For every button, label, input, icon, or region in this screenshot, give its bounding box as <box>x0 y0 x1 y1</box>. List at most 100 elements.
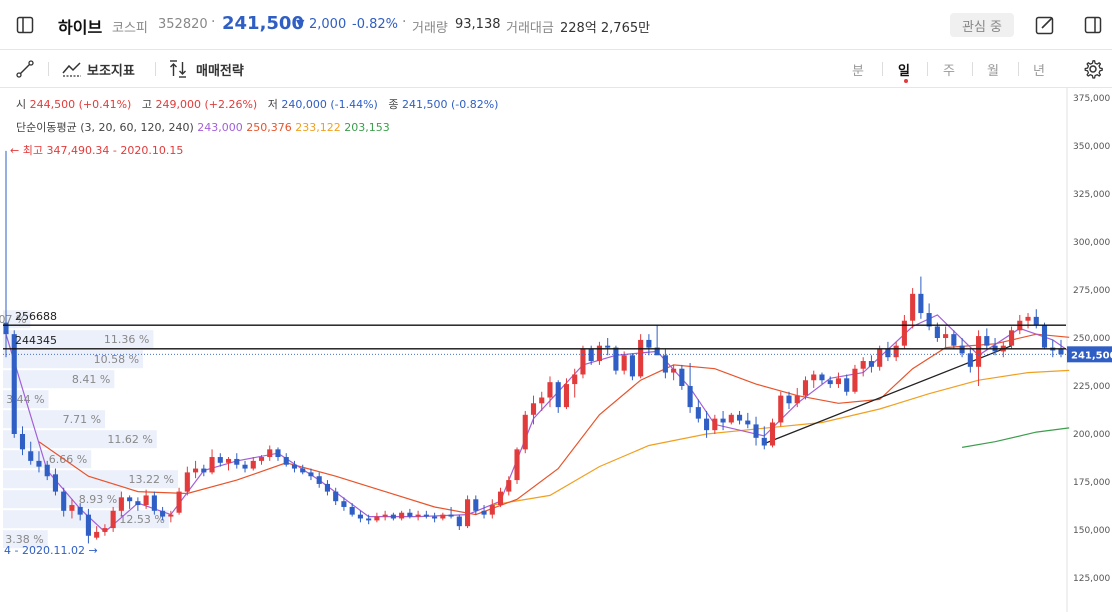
strategy-button[interactable]: 매매전략 <box>196 60 244 79</box>
price-tick-label: 225,000 <box>1073 382 1110 392</box>
period-low-note: 4 - 2020.11.02 → <box>4 544 98 557</box>
candle <box>596 341 602 365</box>
watchlist-button[interactable]: 관심 중 <box>950 13 1014 37</box>
candle-body <box>596 345 602 362</box>
candle-body <box>448 514 454 517</box>
price-tick-label: 375,000 <box>1073 94 1110 104</box>
period-tab-day[interactable]: 일 <box>898 60 910 79</box>
period-tab-year[interactable]: 년 <box>1033 60 1045 79</box>
candle <box>1041 322 1048 350</box>
price-tick-label: 250,000 <box>1073 334 1110 344</box>
candle <box>844 374 850 396</box>
candle <box>234 453 240 469</box>
separator-dot: · <box>211 14 216 30</box>
close-value: 241,500 (-0.82%) <box>401 98 499 111</box>
low-value: 240,000 (-1.44%) <box>281 98 378 111</box>
volume-profile-label: 8.93 % <box>79 493 117 506</box>
candle <box>300 464 306 475</box>
candle-body <box>555 382 561 408</box>
candle <box>868 355 874 373</box>
candle <box>530 395 537 425</box>
candle-body <box>497 491 504 506</box>
toolbar-divider <box>1018 62 1019 76</box>
ma120-line <box>961 427 1070 448</box>
price-axis: 375,000 350,000 325,000 300,000 275,000 250,0… <box>1067 94 1112 584</box>
candle-body <box>242 464 248 469</box>
edit-icon[interactable] <box>1033 13 1057 37</box>
candle-body <box>440 514 446 519</box>
candle-body <box>176 491 182 513</box>
candle-body <box>61 491 67 511</box>
candle-body <box>193 468 199 473</box>
candle-body <box>1041 324 1048 348</box>
candle-body <box>539 397 545 404</box>
ma3-value: 243,000 <box>197 121 243 134</box>
market-label: 코스피 <box>112 21 148 36</box>
period-tab-month[interactable]: 월 <box>987 60 999 79</box>
candle-body <box>201 468 207 473</box>
price-tick-label: 150,000 <box>1073 526 1110 536</box>
candle <box>613 345 619 375</box>
candle <box>605 338 611 356</box>
moving-average-info[interactable]: 단순이동평균 (3, 20, 60, 120, 240) 243,000 250… <box>16 119 390 135</box>
candle-body <box>580 349 586 375</box>
candle-body <box>382 514 388 517</box>
candle <box>901 314 907 350</box>
candle-body <box>563 384 570 408</box>
candle-body <box>588 349 594 362</box>
candle <box>506 476 512 496</box>
candle-body <box>819 374 825 381</box>
candle-body <box>720 418 726 423</box>
candle-body <box>522 414 528 450</box>
ma-label: 단순이동평균 (3, 20, 60, 120, 240) <box>16 121 194 134</box>
price-tick-label: 300,000 <box>1073 238 1110 248</box>
settings-gear-icon[interactable] <box>1081 57 1105 81</box>
price-tick-label: 325,000 <box>1073 190 1110 200</box>
candle-body <box>761 437 767 446</box>
candle <box>1025 313 1031 329</box>
candle <box>967 349 973 373</box>
candle <box>440 512 446 521</box>
candle-body <box>28 451 34 461</box>
candle-body <box>943 334 949 338</box>
high-label: 고 <box>141 98 152 111</box>
candle <box>324 480 331 496</box>
sidebar-toggle-icon[interactable] <box>13 13 37 37</box>
candle-body <box>77 506 83 515</box>
candle-body <box>794 395 800 404</box>
candle-body <box>390 514 396 519</box>
candle-body <box>19 434 26 450</box>
indicator-icon[interactable] <box>60 57 84 81</box>
volume-profile-label: 8.41 % <box>72 373 110 386</box>
current-price: 241,500 <box>222 13 304 34</box>
volume-profile-label: 6.66 % <box>49 453 87 466</box>
candle <box>885 341 891 362</box>
price-change-percent: -0.82% <box>352 17 398 32</box>
period-tab-minute[interactable]: 분 <box>852 60 864 79</box>
side-panel-icon[interactable] <box>1081 13 1105 37</box>
candle-body <box>415 514 421 517</box>
stock-name[interactable]: 하이브 <box>58 14 102 38</box>
volume-profile-label: 13.22 % <box>129 473 174 486</box>
candle <box>629 353 635 381</box>
down-arrow-icon: ▼ <box>296 17 305 30</box>
candle-body <box>135 501 141 506</box>
candle-body <box>852 368 858 392</box>
indicator-button[interactable]: 보조지표 <box>87 60 135 79</box>
price-chart[interactable]: 2.07 %11.36 %10.58 %8.41 %3.44 %7.71 %11… <box>0 88 1112 612</box>
candle-body <box>357 514 363 519</box>
candle-body <box>300 468 306 473</box>
trade-amount-label: 거래대금 <box>506 21 554 36</box>
candle <box>819 372 825 385</box>
candle <box>794 387 800 408</box>
volume-profile-label: 10.58 % <box>94 353 139 366</box>
candle-body <box>687 386 693 408</box>
period-tab-week[interactable]: 주 <box>943 60 955 79</box>
stock-header-bar: 하이브 코스피 352820 · 241,500 ▼ 2,000 -0.82% … <box>0 0 1112 50</box>
draw-line-icon[interactable] <box>13 57 37 81</box>
candle-body <box>1033 316 1039 325</box>
buy-sell-arrows-icon[interactable] <box>166 57 190 81</box>
candle <box>448 506 454 519</box>
price-tick-label: 350,000 <box>1073 142 1110 152</box>
candle <box>135 497 141 511</box>
